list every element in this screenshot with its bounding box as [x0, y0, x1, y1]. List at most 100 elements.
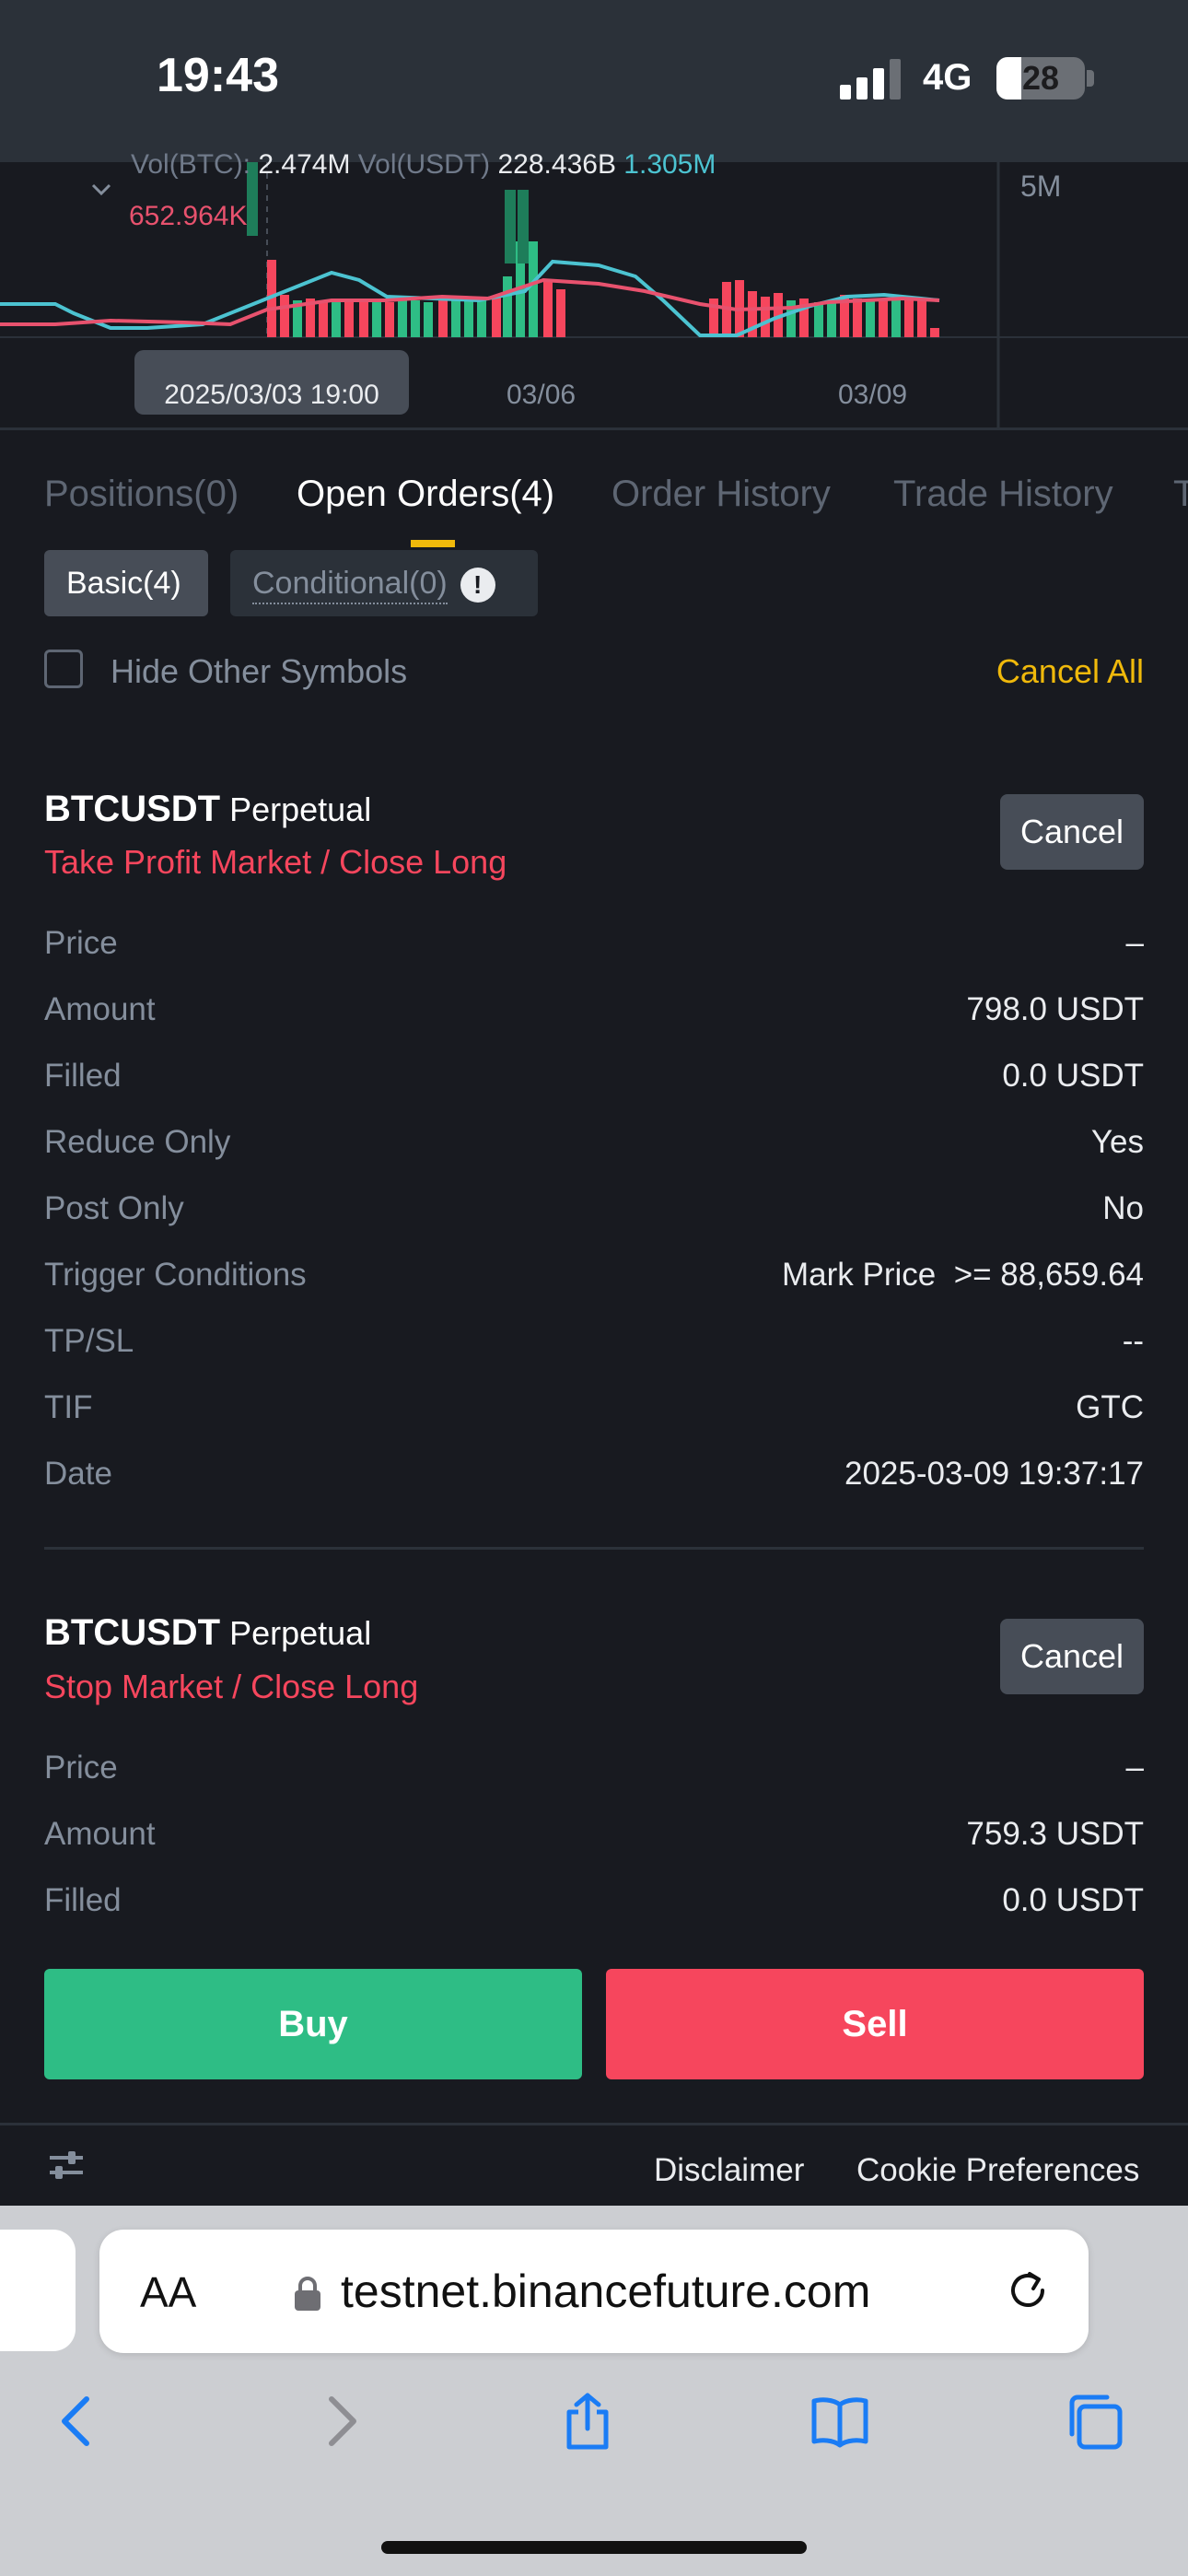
volume-bar	[866, 300, 875, 337]
buy-button[interactable]: Buy	[44, 1969, 582, 2079]
share-icon[interactable]	[558, 2392, 617, 2451]
sell-button[interactable]: Sell	[606, 1969, 1144, 2079]
filter-conditional-button[interactable]: Conditional(0)!	[230, 550, 538, 616]
volume-bar	[827, 300, 836, 337]
cancel-order-button[interactable]: Cancel	[1000, 1619, 1144, 1694]
volume-bar	[319, 300, 328, 337]
row-value: Mark Price >= 88,659.64	[782, 1257, 1144, 1293]
order-symbol: BTCUSDT Perpetual	[44, 1612, 371, 1654]
battery-level: 28	[1021, 59, 1060, 97]
order-symbol: BTCUSDT Perpetual	[44, 789, 371, 830]
volume-bar	[464, 300, 473, 337]
row-value: 0.0 USDT	[1002, 1882, 1144, 1918]
cancel-order-button[interactable]: Cancel	[1000, 794, 1144, 870]
symbol-name: BTCUSDT	[44, 789, 221, 829]
forward-icon[interactable]	[309, 2392, 368, 2451]
volume-bar	[853, 299, 862, 337]
volume-bar	[477, 300, 486, 337]
volume-bar	[556, 289, 565, 337]
battery-icon: 28	[996, 57, 1085, 100]
volume-bar	[344, 300, 354, 337]
volume-bar	[879, 299, 888, 337]
bookmarks-icon[interactable]	[810, 2392, 869, 2451]
row-label: Filled	[44, 1058, 122, 1094]
x-tick: 03/06	[507, 380, 577, 410]
row-label: Amount	[44, 1816, 156, 1852]
crosshair-date: 2025/03/03 19:00	[164, 380, 379, 410]
volume-bar	[814, 302, 823, 337]
contract-type: Perpetual	[229, 1614, 372, 1652]
order-type: Stop Market / Close Long	[44, 1668, 419, 1705]
volume-bar	[332, 302, 341, 337]
previous-tab-preview[interactable]	[0, 2230, 76, 2351]
volume-bar	[891, 300, 901, 337]
hide-other-symbols-checkbox[interactable]	[44, 650, 83, 688]
hide-other-symbols-label[interactable]: Hide Other Symbols	[111, 652, 407, 691]
volume-bar	[505, 190, 516, 263]
row-value: No	[1102, 1190, 1144, 1226]
volume-bar	[359, 299, 368, 337]
volume-bar	[424, 302, 433, 337]
network-type: 4G	[923, 57, 973, 98]
disclaimer-link[interactable]: Disclaimer	[654, 2152, 804, 2189]
row-value: Yes	[1090, 1124, 1144, 1160]
row-value: --	[1122, 1323, 1144, 1359]
crosshair-date-label: 2025/03/03 19:00	[134, 350, 409, 415]
row-label: Filled	[44, 1882, 122, 1918]
lock-icon	[295, 2277, 320, 2311]
battery-nub	[1087, 70, 1094, 87]
volume-bar	[761, 297, 770, 337]
volume-bar	[543, 280, 553, 337]
row-value: 759.3 USDT	[966, 1816, 1144, 1852]
alert-icon[interactable]: !	[460, 568, 495, 603]
url-text[interactable]: testnet.binancefuture.com	[341, 2265, 870, 2318]
symbol-name: BTCUSDT	[44, 1612, 221, 1653]
row-value: –	[1125, 1750, 1144, 1786]
vol-btc-label: Vol(BTC):	[131, 149, 251, 180]
volume-bar	[518, 190, 529, 263]
volume-bar	[917, 300, 926, 337]
tab-trade-history[interactable]: Trade History	[893, 474, 1113, 515]
volume-bar	[280, 295, 289, 337]
row-label: Trigger Conditions	[44, 1257, 307, 1293]
divider	[44, 1547, 1144, 1550]
vol-ma-cyan-value: 1.305M	[623, 149, 716, 180]
text-size-button[interactable]: AA	[140, 2267, 196, 2317]
home-indicator	[381, 2541, 807, 2554]
order-type: Take Profit Market / Close Long	[44, 843, 507, 881]
filter-conditional-label: Conditional(0)	[252, 566, 448, 604]
tab-more[interactable]: T	[1173, 474, 1188, 515]
row-label: Amount	[44, 991, 156, 1027]
tabs-icon[interactable]	[1065, 2392, 1124, 2451]
row-label: TP/SL	[44, 1323, 134, 1359]
settings-sliders-icon[interactable]	[48, 2147, 85, 2184]
tab-open-orders[interactable]: Open Orders(4)	[297, 474, 554, 515]
y-axis-label: 5M	[1020, 170, 1062, 203]
row-value: 2025-03-09 19:37:17	[844, 1456, 1144, 1492]
cellular-signal-icon	[840, 59, 901, 100]
cancel-all-button[interactable]: Cancel All	[996, 652, 1144, 691]
volume-bar	[904, 297, 914, 337]
reload-icon[interactable]	[1002, 2265, 1054, 2316]
row-value: GTC	[1076, 1389, 1144, 1425]
contract-type: Perpetual	[229, 790, 372, 828]
volume-bar	[930, 328, 939, 337]
row-value: –	[1125, 925, 1144, 961]
volume-bar	[385, 302, 394, 337]
vol-usdt-value: 228.436B	[497, 149, 616, 180]
filter-basic-button[interactable]: Basic(4)	[44, 550, 208, 616]
volume-bar	[503, 276, 512, 337]
volume-bar	[492, 297, 501, 337]
row-label: Price	[44, 925, 118, 961]
volume-legend: Vol(BTC): 2.474M Vol(USDT) 228.436B 1.30…	[131, 149, 716, 181]
back-icon[interactable]	[50, 2392, 109, 2451]
volume-bar	[411, 300, 420, 337]
chevron-down-icon[interactable]	[90, 182, 112, 197]
row-value: 0.0 USDT	[1002, 1058, 1144, 1094]
cookie-preferences-link[interactable]: Cookie Preferences	[856, 2152, 1139, 2189]
x-tick: 03/09	[838, 380, 908, 410]
volume-bar	[438, 299, 448, 337]
tab-positions[interactable]: Positions(0)	[44, 474, 239, 515]
tab-order-history[interactable]: Order History	[611, 474, 831, 515]
text-size-label: AA	[140, 2268, 197, 2316]
